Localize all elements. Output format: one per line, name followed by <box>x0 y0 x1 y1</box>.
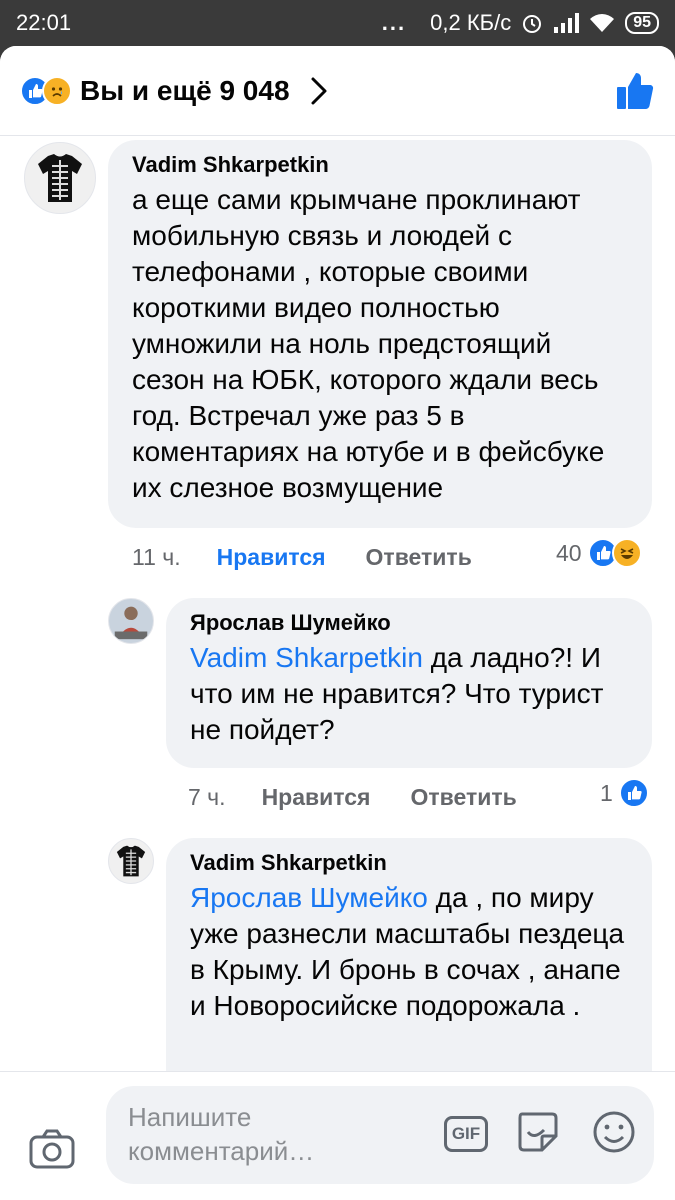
comment-bubble[interactable]: Vadim Shkarpetkin а еще сами крымчане пр… <box>108 140 652 528</box>
reaction-count: 1 <box>600 779 613 806</box>
jersey-avatar-icon <box>116 845 146 877</box>
wifi-icon <box>590 14 615 32</box>
gif-button[interactable]: GIF <box>444 1116 488 1152</box>
comment-reactions[interactable]: 40 <box>556 538 642 568</box>
comment-input[interactable]: Напишите комментарий… GIF <box>106 1086 654 1184</box>
reactions-header[interactable]: Вы и ещё 9 048 <box>0 46 675 136</box>
comment-text: Ярослав Шумейко да , по миру уже разнесл… <box>190 880 628 1024</box>
comment-time: 7 ч. <box>188 784 226 810</box>
emoji-button[interactable] <box>592 1110 636 1154</box>
chevron-right-icon <box>311 77 327 104</box>
battery-indicator: 95 <box>625 12 659 34</box>
comment-reply-button[interactable]: Ответить <box>366 544 472 571</box>
comments-list: Vadim Shkarpetkin а еще сами крымчане пр… <box>0 136 675 1071</box>
avatar[interactable] <box>24 142 96 214</box>
reaction-count: 40 <box>556 539 582 566</box>
comment-actions: 11 ч. Нравится Ответить <box>132 544 472 571</box>
comment-author[interactable]: Vadim Shkarpetkin <box>190 850 628 876</box>
comment-actions: 7 ч. Нравится Ответить <box>188 784 517 811</box>
comment-text: а еще сами крымчане проклинают мобильную… <box>132 184 605 503</box>
reactions-comments-panel: Вы и ещё 9 048 Vadim Shkarpetkin а еще с… <box>0 46 675 1200</box>
status-bar: 22:01 ... 0,2 КБ/с 95 <box>0 0 675 46</box>
comment-author[interactable]: Ярослав Шумейко <box>190 610 628 636</box>
alarm-icon <box>523 15 542 33</box>
mention-link[interactable]: Vadim Shkarpetkin <box>190 642 423 673</box>
avatar[interactable] <box>108 598 154 644</box>
comment-like-button[interactable]: Нравится <box>217 544 326 571</box>
like-icon <box>618 778 649 808</box>
status-indicators: ... 0,2 КБ/с 95 <box>382 10 659 36</box>
camera-button[interactable] <box>28 1128 76 1170</box>
comment-reactions[interactable]: 1 <box>600 778 649 808</box>
comment-text: Vadim Shkarpetkin да ладно?! И что им не… <box>190 640 628 748</box>
comment-composer: Напишите комментарий… GIF <box>0 1071 675 1200</box>
like-button[interactable] <box>615 71 655 111</box>
sad-icon <box>42 75 72 106</box>
comment-author[interactable]: Vadim Shkarpetkin <box>132 152 628 178</box>
comment-bubble[interactable]: Ярослав Шумейко Vadim Shkarpetkin да лад… <box>166 598 652 768</box>
comment-input-placeholder: Напишите комментарий… <box>128 1102 315 1166</box>
header-reactions <box>20 75 72 106</box>
mention-link[interactable]: Ярослав Шумейко <box>190 882 428 913</box>
comment-reply-button[interactable]: Ответить <box>410 784 516 811</box>
avatar[interactable] <box>108 838 154 884</box>
signal-icon <box>554 13 580 33</box>
comment-time: 11 ч. <box>132 544 181 570</box>
notification-dots: ... <box>381 10 407 35</box>
header-title: Вы и ещё 9 048 <box>80 74 290 106</box>
sticker-button[interactable] <box>514 1108 560 1154</box>
jersey-avatar-icon <box>38 154 82 202</box>
haha-icon <box>611 538 642 568</box>
comment-like-button[interactable]: Нравится <box>262 784 371 811</box>
person-photo-icon <box>114 606 148 640</box>
network-speed: 0,2 КБ/с <box>430 10 512 35</box>
comment-bubble[interactable]: Vadim Shkarpetkin Ярослав Шумейко да , п… <box>166 838 652 1071</box>
status-time: 22:01 <box>16 10 72 35</box>
